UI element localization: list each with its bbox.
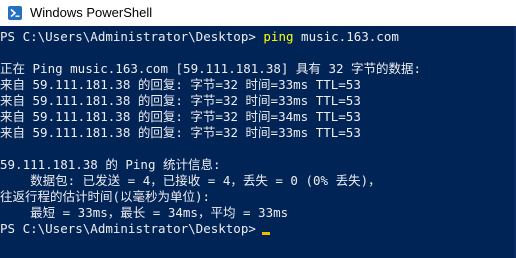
reply-line: 来自 59.111.181.38 的回复: 字节=32 时间=33ms TTL=… bbox=[0, 125, 361, 140]
prompt-line-2[interactable]: PS C:\Users\Administrator\Desktop> bbox=[0, 221, 270, 237]
stats-packets: 数据包: 已发送 = 4，已接收 = 4，丢失 = 0 (0% 丢失)， bbox=[0, 173, 381, 188]
prompt-line-1: PS C:\Users\Administrator\Desktop> ping … bbox=[0, 29, 399, 45]
text-cursor bbox=[261, 232, 270, 235]
rtt-values: 最短 = 33ms，最长 = 34ms，平均 = 33ms bbox=[0, 205, 289, 220]
reply-line: 来自 59.111.181.38 的回复: 字节=32 时间=33ms TTL=… bbox=[0, 93, 361, 108]
powershell-window: Windows PowerShell PS C:\Users\Administr… bbox=[0, 0, 516, 258]
title-bar[interactable]: Windows PowerShell bbox=[0, 0, 516, 26]
powershell-icon bbox=[8, 6, 22, 20]
console-output[interactable]: PS C:\Users\Administrator\Desktop> ping … bbox=[0, 26, 516, 258]
prompt-text: PS C:\Users\Administrator\Desktop> bbox=[0, 29, 256, 44]
ping-header: 正在 Ping music.163.com [59.111.181.38] 具有… bbox=[0, 61, 422, 76]
command-argument: music.163.com bbox=[301, 29, 399, 44]
rtt-header: 往返行程的估计时间(以毫秒为单位): bbox=[0, 189, 211, 204]
reply-line: 来自 59.111.181.38 的回复: 字节=32 时间=34ms TTL=… bbox=[0, 109, 361, 124]
prompt-text: PS C:\Users\Administrator\Desktop> bbox=[0, 221, 256, 236]
stats-header: 59.111.181.38 的 Ping 统计信息: bbox=[0, 157, 221, 172]
reply-line: 来自 59.111.181.38 的回复: 字节=32 时间=33ms TTL=… bbox=[0, 77, 361, 92]
command-text: ping bbox=[263, 29, 294, 44]
window-title: Windows PowerShell bbox=[30, 5, 153, 20]
